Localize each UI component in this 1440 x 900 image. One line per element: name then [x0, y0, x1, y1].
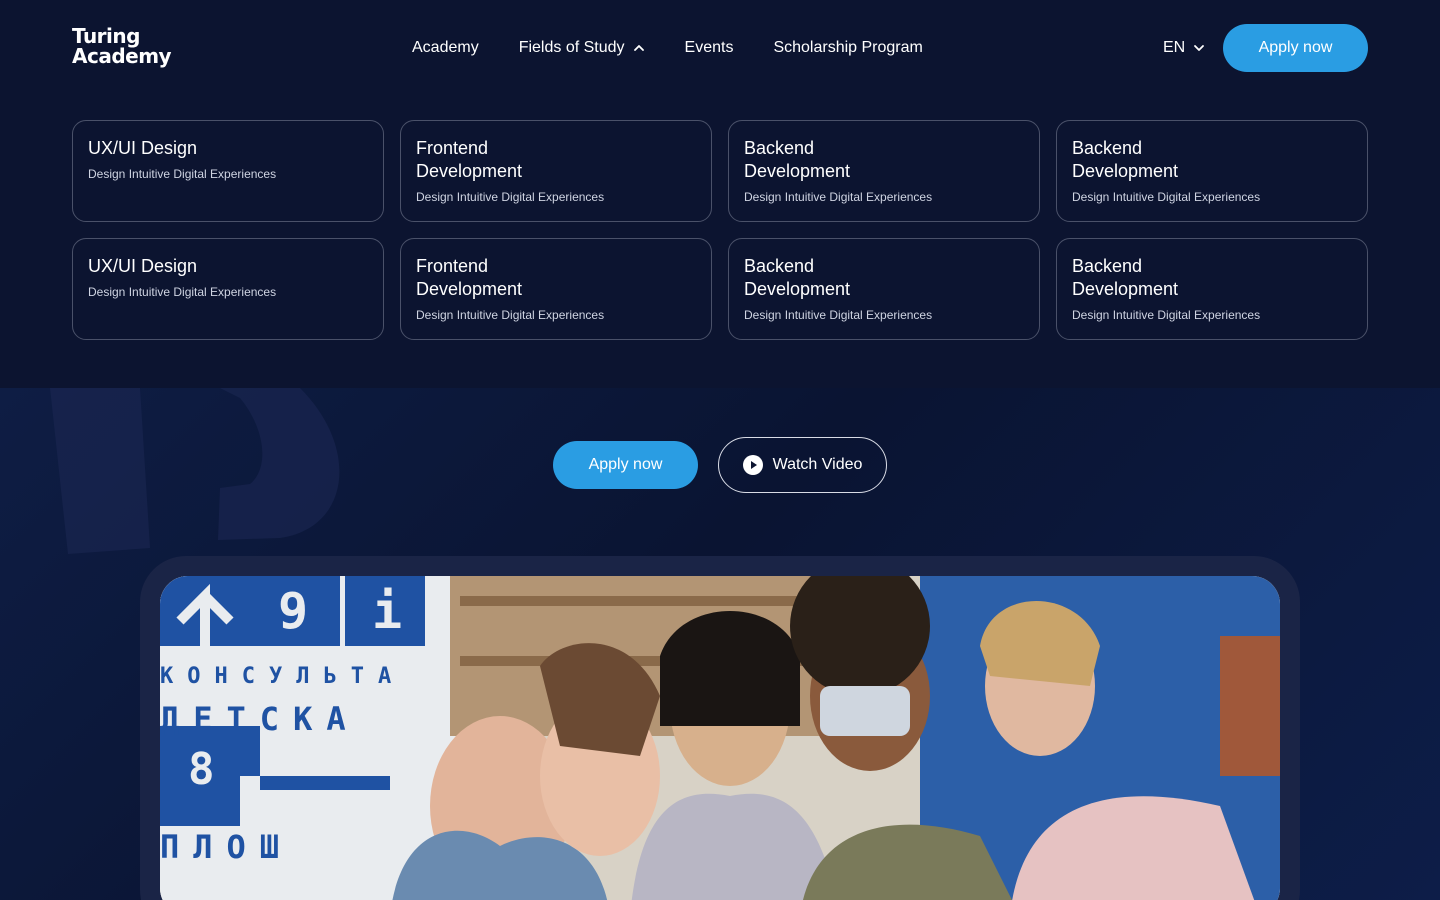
- field-card-frontend-development[interactable]: Frontend Development Design Intuitive Di…: [400, 238, 712, 340]
- turing-academy-logo[interactable]: Turing Academy: [72, 24, 172, 68]
- fields-mega-menu: Turing Academy Academy Fields of Study E…: [0, 0, 1440, 388]
- field-card-backend-development[interactable]: Backend Development Design Intuitive Dig…: [1056, 238, 1368, 340]
- card-subtitle: Design Intuitive Digital Experiences: [1072, 308, 1261, 322]
- sign-text-line-1: КОНСУЛЬТА: [160, 664, 406, 689]
- nav-label: Scholarship Program: [773, 39, 923, 56]
- card-title: Frontend Development: [416, 138, 523, 181]
- chevron-up-icon: [633, 45, 644, 51]
- apply-now-button[interactable]: Apply now: [1223, 24, 1368, 72]
- nav-label: Events: [684, 39, 734, 56]
- logo-line-1: Turing: [72, 24, 140, 48]
- card-title: Frontend Development: [416, 256, 523, 299]
- card-subtitle: Design Intuitive Digital Experiences: [88, 285, 277, 299]
- field-card-ux-ui-design[interactable]: UX/UI Design Design Intuitive Digital Ex…: [72, 238, 384, 340]
- nav-label: Academy: [412, 39, 479, 56]
- card-title: Backend Development: [1072, 138, 1179, 181]
- card-subtitle: Design Intuitive Digital Experiences: [416, 308, 605, 322]
- sign-number-8: 8: [188, 744, 215, 795]
- watch-video-button[interactable]: Watch Video: [718, 437, 887, 493]
- nav-item-academy[interactable]: Academy: [412, 37, 479, 59]
- card-subtitle: Design Intuitive Digital Experiences: [88, 167, 277, 181]
- card-title: Backend Development: [744, 256, 851, 299]
- card-title: UX/UI Design: [88, 256, 198, 276]
- sign-text-line-3: ПЛОШ: [160, 828, 294, 866]
- nav-item-scholarship-program[interactable]: Scholarship Program: [773, 37, 922, 59]
- chevron-down-icon: [1194, 45, 1205, 51]
- fields-grid: UX/UI Design Design Intuitive Digital Ex…: [72, 120, 1368, 340]
- logo-line-2: Academy: [72, 44, 172, 68]
- hero-apply-now-button[interactable]: Apply now: [553, 441, 698, 489]
- nav-label: Fields of Study: [518, 39, 625, 56]
- students-selfie-photo: КОНСУЛЬТА ДЕТСКА ПЛОШ 9 i 8: [160, 576, 1280, 900]
- photo-illustration: [160, 576, 1280, 900]
- language-label: EN: [1163, 39, 1186, 56]
- card-subtitle: Design Intuitive Digital Experiences: [416, 190, 605, 204]
- main-nav: Academy Fields of Study Events Scholarsh…: [412, 37, 923, 59]
- field-card-backend-development[interactable]: Backend Development Design Intuitive Dig…: [1056, 120, 1368, 222]
- card-subtitle: Design Intuitive Digital Experiences: [744, 308, 933, 322]
- sign-number-9: 9: [278, 582, 309, 640]
- card-subtitle: Design Intuitive Digital Experiences: [744, 190, 933, 204]
- site-header: Turing Academy Academy Fields of Study E…: [0, 0, 1440, 96]
- sign-letter-i: i: [372, 582, 403, 640]
- watch-video-label: Watch Video: [772, 456, 863, 473]
- card-title: Backend Development: [744, 138, 851, 181]
- sign-text-line-2: ДЕТСКА: [160, 700, 360, 738]
- card-subtitle: Design Intuitive Digital Experiences: [1072, 190, 1261, 204]
- play-circle-icon: [742, 455, 763, 475]
- field-card-ux-ui-design[interactable]: UX/UI Design Design Intuitive Digital Ex…: [72, 120, 384, 222]
- card-title: Backend Development: [1072, 256, 1179, 299]
- nav-item-fields-of-study[interactable]: Fields of Study: [519, 37, 645, 59]
- page: Turing Academy Academy Fields of Study E…: [0, 0, 1440, 900]
- decorative-letter-shape: [50, 388, 340, 554]
- field-card-backend-development[interactable]: Backend Development Design Intuitive Dig…: [728, 120, 1040, 222]
- field-card-frontend-development[interactable]: Frontend Development Design Intuitive Di…: [400, 120, 712, 222]
- language-selector[interactable]: EN: [1163, 37, 1205, 59]
- nav-item-events[interactable]: Events: [685, 37, 734, 59]
- card-title: UX/UI Design: [88, 138, 198, 158]
- field-card-backend-development[interactable]: Backend Development Design Intuitive Dig…: [728, 238, 1040, 340]
